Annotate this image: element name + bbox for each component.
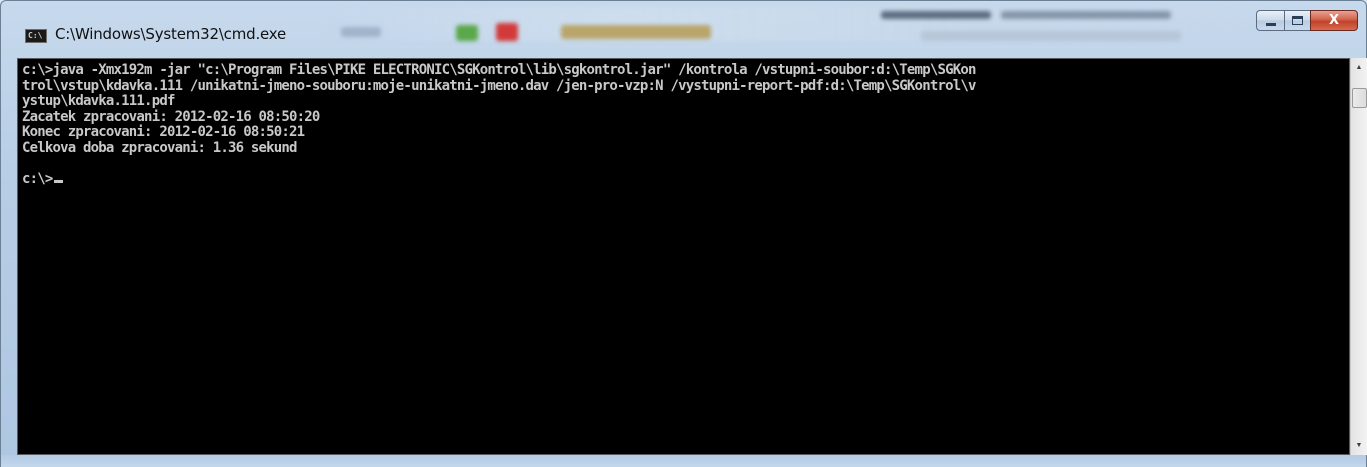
- console-output[interactable]: c:\>java -Xmx192m -jar "c:\Program Files…: [17, 58, 1350, 455]
- console-line: trol\vstup\kdavka.111 /unikatni-jmeno-so…: [22, 77, 976, 94]
- title-bar[interactable]: C:\ C:\Windows\System32\cmd.exe X: [1, 1, 1366, 57]
- close-button[interactable]: X: [1310, 10, 1358, 31]
- blurred-background: [921, 31, 1181, 41]
- console-text: c:\>java -Xmx192m -jar "c:\Program Files…: [22, 62, 976, 187]
- scroll-thumb[interactable]: [1352, 88, 1367, 108]
- maximize-icon: [1292, 16, 1303, 25]
- cmd-window: C:\ C:\Windows\System32\cmd.exe X c:\>ja…: [0, 0, 1367, 467]
- blurred-background: [456, 25, 478, 41]
- scroll-up-arrow-icon: ▲: [1355, 64, 1363, 71]
- console-line: Zacatek zpracovani: 2012-02-16 08:50:20: [22, 108, 320, 125]
- scroll-down-button[interactable]: ▼: [1351, 437, 1367, 454]
- text-cursor: [53, 179, 63, 183]
- blurred-background: [881, 11, 991, 19]
- blurred-background: [496, 23, 518, 41]
- window-bottom-border: [1, 455, 1366, 467]
- cmd-app-icon[interactable]: C:\: [25, 29, 47, 43]
- console-line: Konec zpracovani: 2012-02-16 08:50:21: [22, 124, 305, 140]
- window-controls: X: [1256, 10, 1358, 32]
- console-line: c:\>java -Xmx192m -jar "c:\Program Files…: [22, 62, 976, 78]
- blurred-background: [1001, 11, 1171, 19]
- minimize-icon: [1265, 22, 1276, 26]
- blurred-background: [341, 27, 381, 37]
- vertical-scrollbar[interactable]: ▲ ▼: [1350, 58, 1367, 455]
- minimize-button[interactable]: [1256, 10, 1284, 31]
- close-icon: X: [1328, 13, 1340, 28]
- blurred-background: [561, 25, 711, 39]
- scroll-down-arrow-icon: ▼: [1355, 442, 1363, 449]
- console-line: Celkova doba zpracovani: 1.36 sekund: [22, 139, 297, 156]
- window-title: C:\Windows\System32\cmd.exe: [55, 25, 287, 43]
- app-icon-glyph: C:\: [28, 31, 43, 40]
- scroll-up-button[interactable]: ▲: [1351, 59, 1367, 76]
- command-prompt[interactable]: c:\>: [22, 171, 53, 187]
- maximize-button[interactable]: [1284, 10, 1310, 31]
- console-line: ystup\kdavka.111.pdf: [22, 93, 175, 109]
